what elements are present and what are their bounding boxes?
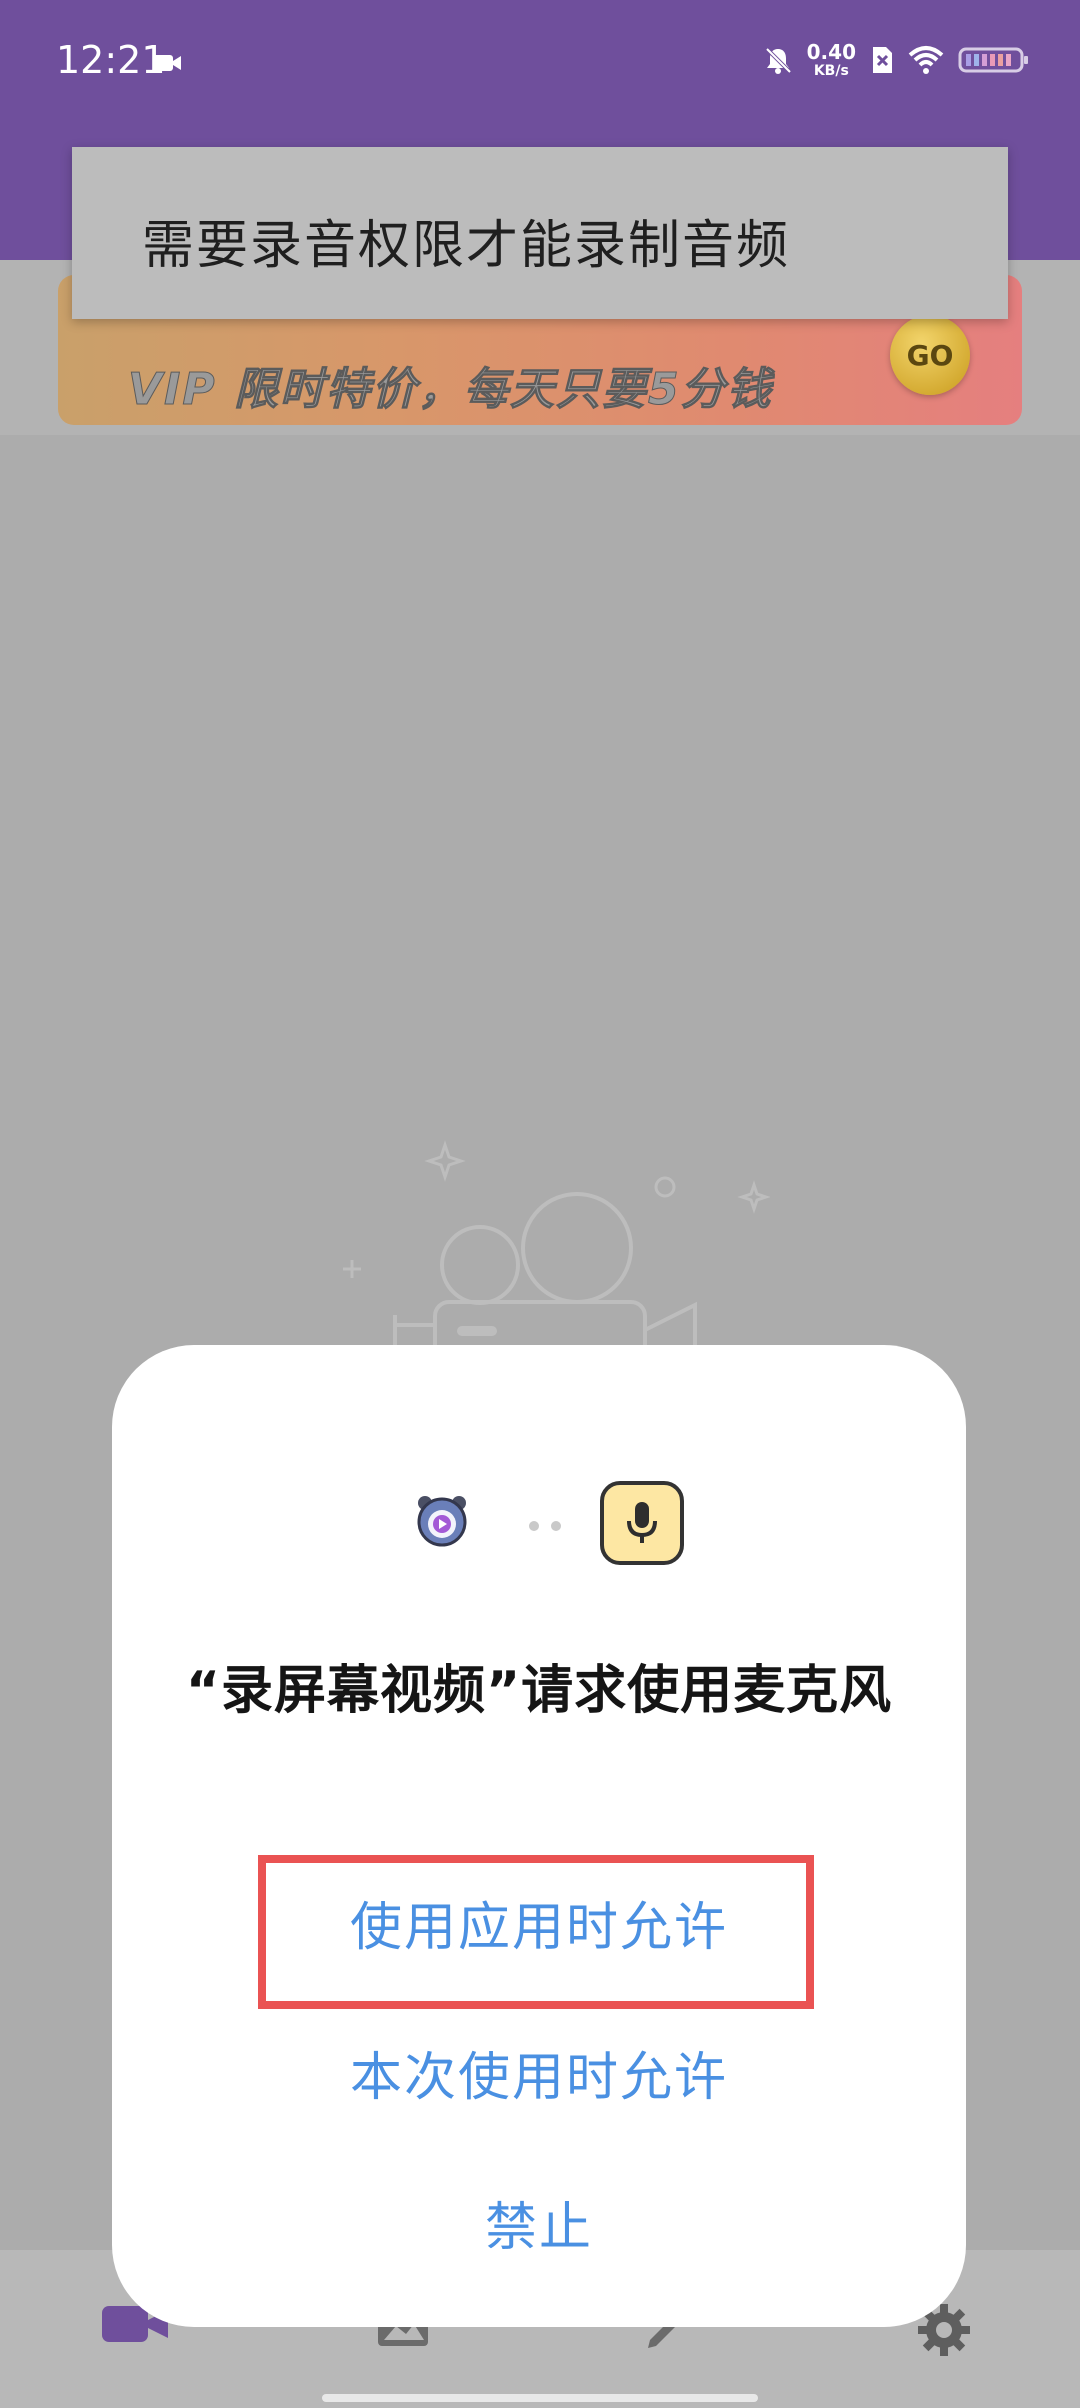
screen-record-icon	[153, 55, 181, 71]
app-icon	[417, 1496, 467, 1547]
net-speed-unit: KB/s	[813, 63, 849, 79]
net-speed-value: 0.40	[806, 40, 856, 64]
vip-banner-text: VIP 限时特价，每天只要5分钱	[128, 364, 773, 416]
home-indicator[interactable]	[322, 2394, 758, 2402]
permission-toast: 需要录音权限才能录制音频	[72, 147, 1008, 319]
go-button[interactable]: GO	[890, 315, 970, 395]
microphone-permission-dialog: “录屏幕视频”请求使用麦克风 使用应用时允许 本次使用时允许 禁止	[112, 1345, 966, 2327]
deny-button[interactable]: 禁止	[112, 2185, 966, 2260]
mute-icon	[765, 47, 792, 74]
battery-icon	[958, 47, 1028, 73]
connector-dots	[529, 1521, 561, 1531]
camera-illustration-icon	[343, 1140, 770, 1380]
toast-text: 需要录音权限才能录制音频	[142, 216, 791, 276]
sim-disabled-icon	[873, 47, 892, 73]
allow-this-time-button[interactable]: 本次使用时允许	[112, 2035, 966, 2110]
dialog-title: “录屏幕视频”请求使用麦克风	[185, 1661, 893, 1721]
status-icons: 0.40 KB/s	[763, 42, 1030, 78]
status-time: 12:21	[56, 38, 166, 82]
microphone-icon	[600, 1481, 684, 1565]
allow-while-using-button[interactable]: 使用应用时允许	[112, 1885, 966, 1960]
wifi-icon	[908, 46, 944, 74]
net-speed: 0.40 KB/s	[807, 42, 856, 78]
